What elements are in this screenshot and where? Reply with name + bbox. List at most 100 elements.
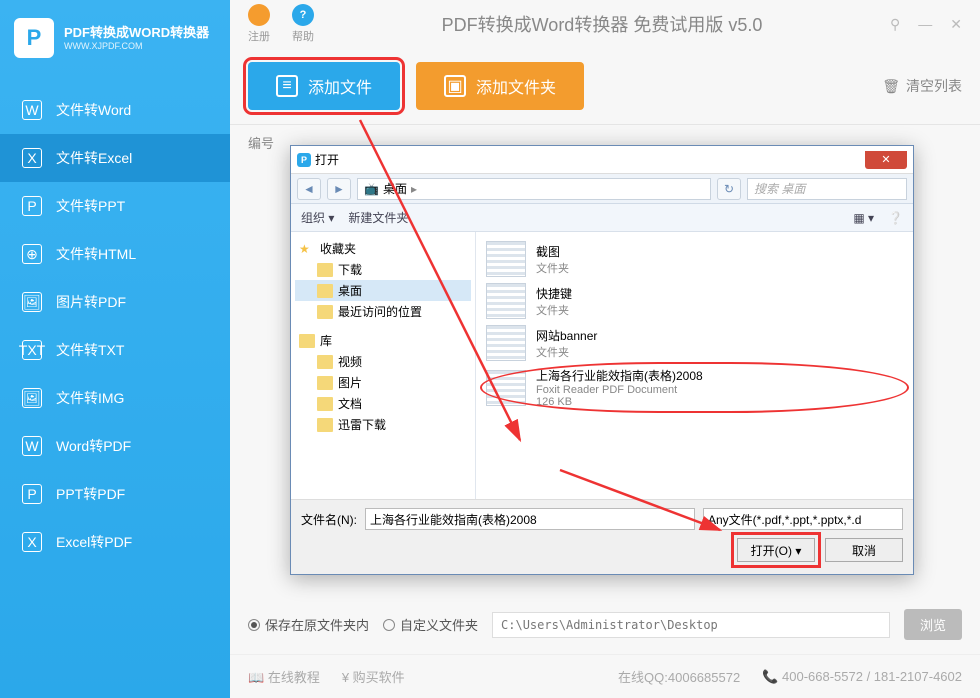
pin-icon[interactable]: ⚲ bbox=[890, 16, 900, 33]
menu-icon: P bbox=[22, 196, 42, 216]
output-options: 保存在原文件夹内 自定义文件夹 C:\Users\Administrator\D… bbox=[230, 595, 980, 654]
tutorial-link[interactable]: 📖 在线教程 bbox=[248, 667, 320, 686]
folder-icon: ▣ bbox=[444, 75, 466, 97]
sidebar-item-4[interactable]: 🖼 图片转PDF bbox=[0, 278, 230, 326]
dialog-close-button[interactable]: ✕ bbox=[865, 151, 907, 169]
folder-item[interactable]: 快捷键文件夹 bbox=[484, 280, 905, 322]
sidebar-item-5[interactable]: TXT 文件转TXT bbox=[0, 326, 230, 374]
nav-fwd-button[interactable]: ► bbox=[327, 178, 351, 200]
menu-icon: P bbox=[22, 484, 42, 504]
help-label: 帮助 bbox=[292, 28, 314, 44]
sidebar-item-7[interactable]: WWord转PDF bbox=[0, 422, 230, 470]
menu-icon: ⊕ bbox=[22, 244, 42, 264]
menu-label: Word转PDF bbox=[56, 436, 131, 456]
file-type: Foxit Reader PDF Document bbox=[536, 384, 703, 396]
sidebar-item-0[interactable]: W文件转Word bbox=[0, 86, 230, 134]
phone-contact: 📞 400-668-5572 / 181-2107-4602 bbox=[762, 669, 962, 685]
sidebar: P PDF转换成WORD转换器 WWW.XJPDF.COM W文件转WordX文… bbox=[0, 0, 230, 698]
folder-item[interactable]: 截图文件夹 bbox=[484, 238, 905, 280]
add-file-button[interactable]: ≡ 添加文件 bbox=[248, 62, 400, 110]
register-label: 注册 bbox=[248, 28, 270, 44]
buy-link[interactable]: ¥ 购买软件 bbox=[342, 667, 405, 686]
dialog-nav: ◄ ► 📺 桌面 ▸ ↻ 搜索 桌面 bbox=[291, 174, 913, 204]
help-icon[interactable]: ❔ bbox=[888, 211, 903, 225]
menu-label: 图片转PDF bbox=[56, 292, 126, 312]
folder-thumb-icon bbox=[486, 325, 526, 361]
qq-contact: 在线QQ:4006685572 bbox=[618, 667, 740, 686]
tree-fav-item[interactable]: 桌面 bbox=[295, 280, 471, 301]
file-name: 上海各行业能效指南(表格)2008 bbox=[536, 367, 703, 384]
output-path-input[interactable]: C:\Users\Administrator\Desktop bbox=[492, 612, 890, 638]
open-button[interactable]: 打开(O) ▾ bbox=[737, 538, 815, 562]
menu-icon: 🖼 bbox=[22, 292, 42, 312]
col-index: 编号 bbox=[248, 136, 274, 151]
topbar: 注册 ? 帮助 PDF转换成Word转换器 免费试用版 v5.0 ⚲ — ✕ bbox=[230, 0, 980, 48]
menu-label: 文件转Word bbox=[56, 100, 131, 120]
nav-search-input[interactable]: 搜索 桌面 bbox=[747, 178, 907, 200]
cancel-button[interactable]: 取消 bbox=[825, 538, 903, 562]
tree-lib-item[interactable]: 迅雷下载 bbox=[295, 414, 471, 435]
brand-name: PDF转换成WORD转换器 bbox=[64, 25, 209, 42]
menu-icon: TXT bbox=[22, 340, 42, 360]
dialog-app-icon: P bbox=[297, 153, 311, 167]
file-icon: ≡ bbox=[276, 75, 298, 97]
menu-label: 文件转Excel bbox=[56, 148, 132, 168]
menu-label: 文件转IMG bbox=[56, 388, 124, 408]
add-folder-button[interactable]: ▣ 添加文件夹 bbox=[416, 62, 584, 110]
sidebar-item-1[interactable]: X 文件转Excel bbox=[0, 134, 230, 182]
footer: 📖 在线教程 ¥ 购买软件 在线QQ:4006685572 📞 400-668-… bbox=[230, 654, 980, 698]
clear-list-button[interactable]: 🗑 清空列表 bbox=[882, 76, 962, 96]
dialog-title: 打开 bbox=[315, 151, 339, 168]
tree-favorites[interactable]: ★收藏夹 bbox=[295, 238, 471, 259]
nav-back-button[interactable]: ◄ bbox=[297, 178, 321, 200]
brand-url: WWW.XJPDF.COM bbox=[64, 41, 209, 51]
menu-label: Excel转PDF bbox=[56, 532, 132, 552]
sidebar-item-3[interactable]: ⊕文件转HTML bbox=[0, 230, 230, 278]
add-file-label: 添加文件 bbox=[308, 74, 372, 98]
tree-library[interactable]: 库 bbox=[295, 330, 471, 351]
menu-icon: X bbox=[22, 148, 42, 168]
menu-label: 文件转TXT bbox=[56, 340, 124, 360]
browse-button[interactable]: 浏览 bbox=[904, 609, 962, 640]
dialog-file-list: 截图文件夹快捷键文件夹网站banner文件夹 上海各行业能效指南(表格)2008… bbox=[476, 232, 913, 499]
clear-list-label: 清空列表 bbox=[906, 76, 962, 96]
user-icon bbox=[248, 4, 270, 26]
add-folder-label: 添加文件夹 bbox=[476, 74, 556, 98]
nav-path[interactable]: 📺 桌面 ▸ bbox=[357, 178, 711, 200]
tree-lib-item[interactable]: 图片 bbox=[295, 372, 471, 393]
logo-icon: P bbox=[14, 18, 54, 58]
folder-item[interactable]: 网站banner文件夹 bbox=[484, 322, 905, 364]
tree-lib-item[interactable]: 视频 bbox=[295, 351, 471, 372]
view-menu[interactable]: ▦ ▾ bbox=[853, 211, 874, 225]
sidebar-item-9[interactable]: XExcel转PDF bbox=[0, 518, 230, 566]
filename-label: 文件名(N): bbox=[301, 511, 357, 528]
menu-label: PPT转PDF bbox=[56, 484, 125, 504]
filetype-select[interactable] bbox=[703, 508, 903, 530]
sidebar-item-2[interactable]: P 文件转PPT bbox=[0, 182, 230, 230]
close-icon[interactable]: ✕ bbox=[950, 16, 962, 33]
nav-refresh-button[interactable]: ↻ bbox=[717, 178, 741, 200]
trash-icon: 🗑 bbox=[882, 78, 900, 95]
menu-label: 文件转PPT bbox=[56, 196, 125, 216]
organize-menu[interactable]: 组织 ▾ bbox=[301, 209, 334, 226]
file-item-selected[interactable]: 上海各行业能效指南(表格)2008 Foxit Reader PDF Docum… bbox=[484, 364, 905, 411]
register-button[interactable]: 注册 bbox=[248, 4, 270, 44]
minimize-icon[interactable]: — bbox=[918, 16, 932, 33]
new-folder-button[interactable]: 新建文件夹 bbox=[348, 209, 408, 226]
menu-icon: 🖼 bbox=[22, 388, 42, 408]
sidebar-item-8[interactable]: P PPT转PDF bbox=[0, 470, 230, 518]
tree-lib-item[interactable]: 文档 bbox=[295, 393, 471, 414]
pdf-thumb-icon bbox=[486, 370, 526, 406]
radio-custom-folder[interactable]: 自定义文件夹 bbox=[383, 615, 478, 634]
radio-keep-original[interactable]: 保存在原文件夹内 bbox=[248, 615, 369, 634]
filename-input[interactable] bbox=[365, 508, 695, 530]
tree-fav-item[interactable]: 最近访问的位置 bbox=[295, 301, 471, 322]
folder-thumb-icon bbox=[486, 241, 526, 277]
tree-fav-item[interactable]: 下载 bbox=[295, 259, 471, 280]
help-button[interactable]: ? 帮助 bbox=[292, 4, 314, 44]
sidebar-item-6[interactable]: 🖼 文件转IMG bbox=[0, 374, 230, 422]
dialog-tree: ★收藏夹 下载桌面最近访问的位置 库 视频图片文档迅雷下载 bbox=[291, 232, 476, 499]
dialog-toolbar: 组织 ▾ 新建文件夹 ▦ ▾ ❔ bbox=[291, 204, 913, 232]
dialog-titlebar[interactable]: P 打开 ✕ bbox=[291, 146, 913, 174]
brand: P PDF转换成WORD转换器 WWW.XJPDF.COM bbox=[0, 0, 230, 76]
